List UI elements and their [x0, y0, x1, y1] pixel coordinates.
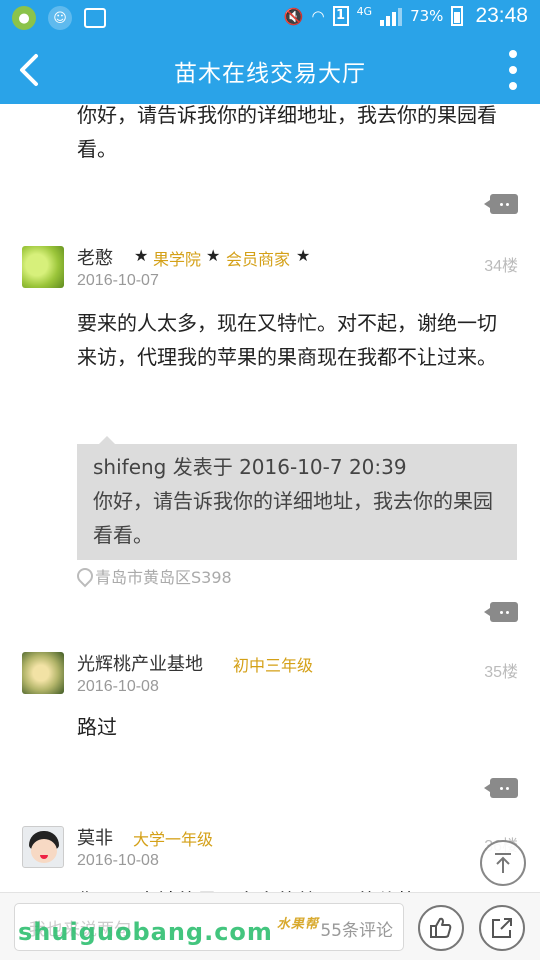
status-bar: ● ☺ 🔇 ◠ 1 4G 73% 23:48: [0, 0, 540, 36]
reply-comment-icon[interactable]: [484, 602, 518, 622]
username[interactable]: 莫非: [77, 824, 113, 850]
face-notification-icon: ☺: [48, 6, 72, 30]
user-badge: 果学院: [153, 250, 202, 269]
network-type: 4G: [356, 4, 373, 18]
user-badge: 会员商家: [226, 250, 291, 269]
avatar[interactable]: [22, 652, 64, 694]
post-date: 2016-10-08: [77, 678, 159, 695]
wifi-icon: ◠: [311, 7, 325, 25]
post-body: 要来的人太多，现在又特忙。对不起，谢绝一切来访，代理我的苹果的果商现在我都不让过…: [77, 311, 497, 369]
star-icon: ★: [134, 246, 149, 265]
battery-percent: 73%: [410, 7, 444, 25]
avatar[interactable]: [22, 826, 64, 868]
star-icon: ★: [206, 246, 221, 265]
username[interactable]: 光辉桃产业基地: [77, 650, 203, 676]
quote-body: 你好，请告诉我你的详细地址，我去你的果园看看。: [93, 489, 493, 547]
clock: 23:48: [475, 4, 528, 27]
comment-count[interactable]: 55条评论: [320, 916, 393, 941]
post-date: 2016-10-07: [77, 272, 159, 289]
post-location: 青岛市黄岛区S398: [77, 564, 232, 588]
post-body: 你买图去社的是冒充多的战，吧的价格: [77, 884, 507, 892]
watermark-text: shuiguobang.com: [18, 918, 273, 946]
quote-header: shifeng 发表于 2016-10-7 20:39: [93, 455, 407, 479]
user-badge: 大学一年级: [133, 830, 214, 849]
reply-comment-icon[interactable]: [484, 194, 518, 214]
user-badge: 初中三年级: [233, 656, 314, 675]
scroll-to-top-icon[interactable]: [480, 840, 526, 886]
app-notification-icon: ●: [12, 6, 36, 30]
avatar[interactable]: [22, 246, 64, 288]
battery-icon: [451, 6, 464, 26]
reply-comment-icon[interactable]: [484, 778, 518, 798]
thumbs-up-icon[interactable]: [418, 905, 464, 951]
location-text: 青岛市黄岛区S398: [95, 568, 232, 587]
username[interactable]: 老憨: [77, 244, 113, 270]
star-icon: ★: [296, 246, 311, 265]
bottom-bar: 我也来说两句 55条评论 shuiguobang.com 水果帮: [0, 892, 540, 960]
page-title: 苗木在线交易大厅: [174, 61, 366, 87]
floor-number: 35楼: [484, 664, 518, 681]
mute-icon: 🔇: [283, 6, 304, 26]
post-body: 路过: [77, 715, 117, 739]
post-date: 2016-10-08: [77, 852, 159, 869]
share-icon[interactable]: [479, 905, 525, 951]
watermark: shuiguobang.com 水果帮: [18, 913, 319, 946]
app-bar: 苗木在线交易大厅: [0, 36, 540, 104]
quoted-post: shifeng 发表于 2016-10-7 20:39 你好，请告诉我你的详细地…: [77, 436, 517, 560]
more-vert-icon[interactable]: [502, 50, 524, 90]
watermark-cn: 水果帮: [276, 917, 319, 932]
thread-content[interactable]: 你好，请告诉我你的详细地址，我去你的果园看看。 老憨 ★ 果学院 ★ 会员商家 …: [0, 104, 540, 892]
floor-number: 34楼: [484, 258, 518, 275]
location-pin-icon: [77, 568, 89, 584]
sim-indicator: 1: [332, 6, 349, 26]
signal-icon: [380, 6, 403, 26]
previous-post-body: 你好，请告诉我你的详细地址，我去你的果园看看。: [77, 104, 497, 161]
image-notification-icon: [84, 8, 106, 28]
